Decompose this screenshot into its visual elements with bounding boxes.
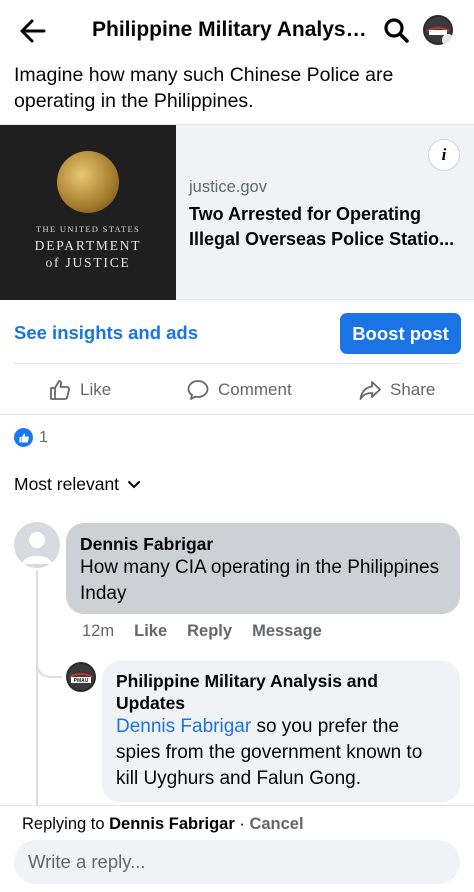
link-domain: justice.gov xyxy=(189,178,267,196)
search-icon[interactable] xyxy=(382,16,410,44)
comment-actions: 12m Like Reply Message xyxy=(82,622,322,641)
reply-mention-link[interactable]: Dennis Fabrigar xyxy=(116,716,251,737)
divider xyxy=(14,363,460,364)
reply-composer: Replying to Dennis Fabrigar · Cancel Wri… xyxy=(0,805,474,892)
account-switcher-indicator xyxy=(442,34,453,45)
comment-author[interactable]: Dennis Fabrigar xyxy=(80,533,446,555)
replying-name: Dennis Fabrigar xyxy=(109,815,235,833)
reply-bubble[interactable]: Philippine Military Analysis and Updates… xyxy=(102,661,460,802)
chevron-down-icon xyxy=(128,480,141,488)
link-headline-line-2: Illegal Overseas Police Statio... xyxy=(189,229,455,249)
thread-line xyxy=(36,570,38,806)
image-text-line-2: DEPARTMENT xyxy=(34,238,142,253)
link-headline-line-1: Two Arrested for Operating xyxy=(189,204,422,224)
reply-author-avatar[interactable]: PMAU xyxy=(66,662,96,692)
back-arrow-icon[interactable] xyxy=(18,16,48,46)
like-button[interactable]: Like xyxy=(48,372,111,408)
comment-label: Comment xyxy=(218,380,292,399)
pmau-logo-icon: PMAU xyxy=(68,664,94,690)
comment-time: 12m xyxy=(82,622,115,640)
reply-author[interactable]: Philippine Military Analysis and Updates xyxy=(116,670,446,714)
page-title: Philippine Military Analysis... xyxy=(92,18,372,41)
divider xyxy=(0,414,474,415)
top-bar: Philippine Military Analysis... xyxy=(0,0,474,60)
post-text: Imagine how many such Chinese Police are… xyxy=(14,64,394,112)
comment-sort-dropdown[interactable]: Most relevant xyxy=(14,474,141,495)
reaction-summary[interactable]: 1 xyxy=(14,428,48,447)
comment-button[interactable]: Comment xyxy=(186,372,292,408)
cancel-reply-button[interactable]: Cancel xyxy=(249,815,303,833)
default-profile-icon xyxy=(22,532,52,564)
share-label: Share xyxy=(390,380,436,399)
reply-text: Dennis Fabrigar so you prefer the spies … xyxy=(116,714,446,792)
boost-post-button[interactable]: Boost post xyxy=(340,313,461,354)
thread-connector xyxy=(36,640,62,678)
image-text-line-1: THE UNITED STATES xyxy=(35,224,141,234)
image-text-line-3: of JUSTICE xyxy=(45,255,131,270)
reaction-count: 1 xyxy=(39,428,48,446)
svg-text:PMAU: PMAU xyxy=(74,678,89,684)
comment-icon xyxy=(187,380,209,400)
share-button[interactable]: Share xyxy=(358,372,435,408)
profile-avatar[interactable] xyxy=(423,15,453,45)
like-reaction-icon xyxy=(14,428,33,447)
comment-bubble[interactable]: Dennis Fabrigar How many CIA operating i… xyxy=(66,523,460,614)
comment-like-button[interactable]: Like xyxy=(134,622,167,641)
comment-reply-button[interactable]: Reply xyxy=(187,622,232,641)
share-icon xyxy=(359,381,381,400)
see-insights-link[interactable]: See insights and ads xyxy=(14,322,198,344)
sort-label: Most relevant xyxy=(14,474,120,494)
replying-separator: · xyxy=(234,815,250,833)
doj-seal-icon xyxy=(57,151,119,213)
thumbs-up-icon xyxy=(50,380,71,400)
reply-input[interactable]: Write a reply... xyxy=(14,840,460,884)
comment-message-button[interactable]: Message xyxy=(252,622,322,641)
comment-text: How many CIA operating in the Philippine… xyxy=(80,557,440,604)
commenter-avatar[interactable] xyxy=(14,522,60,568)
link-preview-image: THE UNITED STATES DEPARTMENT of JUSTICE xyxy=(0,125,176,300)
info-icon[interactable]: i xyxy=(428,139,460,171)
link-headline[interactable]: Two Arrested for Operating Illegal Overs… xyxy=(189,202,459,252)
replying-to-label: Replying to Dennis Fabrigar · Cancel xyxy=(22,815,304,834)
like-label: Like xyxy=(80,380,112,399)
replying-prefix: Replying to xyxy=(22,815,110,833)
